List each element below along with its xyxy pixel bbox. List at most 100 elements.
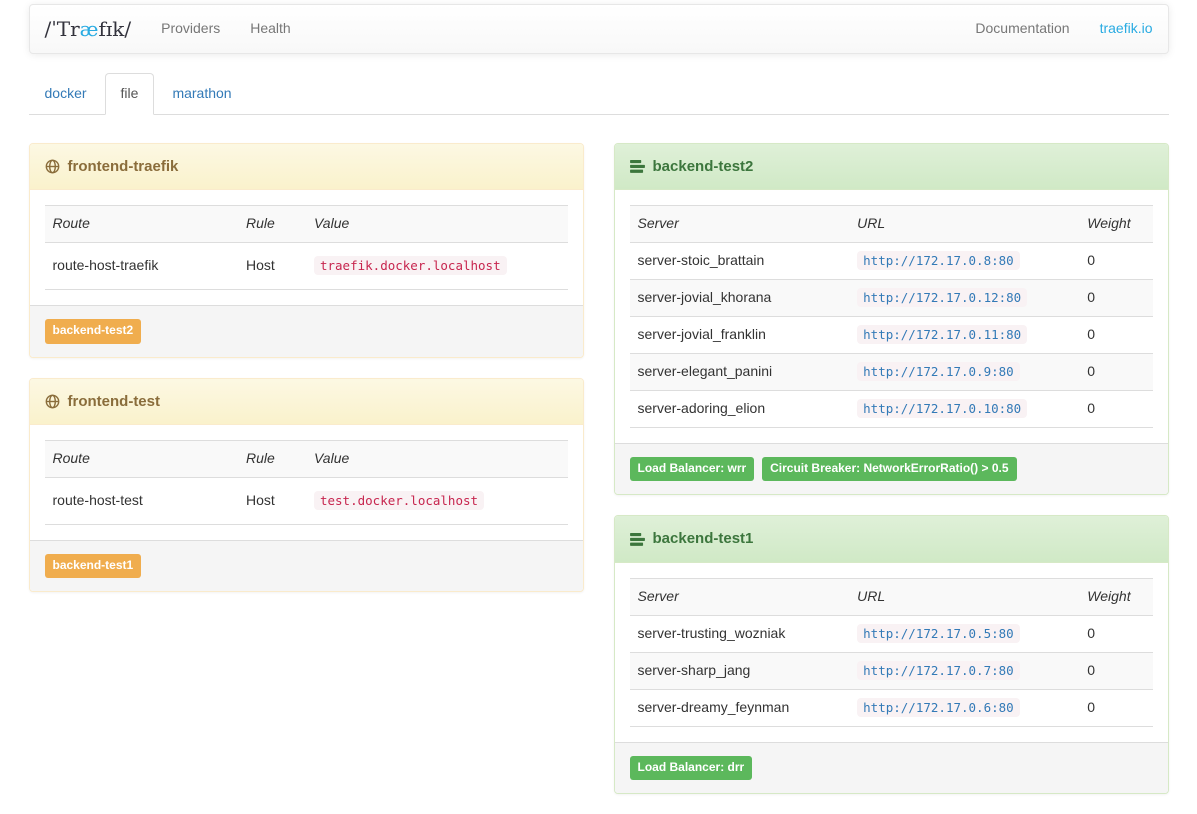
panel-body: Route Rule Value route-host-test Host te… bbox=[30, 425, 583, 540]
backend-badge: backend-test2 bbox=[45, 319, 142, 343]
nav-item-documentation[interactable]: Documentation bbox=[960, 5, 1084, 53]
servers-table: Server URL Weight server-stoic_brattain … bbox=[630, 205, 1153, 428]
rule-value-code: test.docker.localhost bbox=[314, 491, 484, 510]
column-header-rule: Rule bbox=[238, 440, 306, 477]
weight-cell: 0 bbox=[1079, 317, 1152, 354]
server-url-link[interactable]: http://172.17.0.12:80 bbox=[857, 288, 1027, 307]
circuit-breaker-badge: Circuit Breaker: NetworkErrorRatio() > 0… bbox=[762, 457, 1016, 481]
panel-backend-test1: backend-test1 Server URL Weight bbox=[614, 515, 1169, 794]
column-header-route: Route bbox=[45, 206, 239, 243]
load-balancer-badge: Load Balancer: wrr bbox=[630, 457, 755, 481]
server-cell: server-jovial_khorana bbox=[630, 280, 850, 317]
table-row: route-host-traefik Host traefik.docker.l… bbox=[45, 243, 568, 290]
panel-footer: Load Balancer: drr bbox=[615, 742, 1168, 793]
server-url-link[interactable]: http://172.17.0.7:80 bbox=[857, 661, 1020, 680]
routes-table: Route Rule Value route-host-traefik Host… bbox=[45, 205, 568, 290]
weight-cell: 0 bbox=[1079, 615, 1152, 652]
server-cell: server-adoring_elion bbox=[630, 391, 850, 428]
globe-icon bbox=[45, 394, 60, 409]
rule-cell: Host bbox=[238, 477, 306, 524]
column-header-weight: Weight bbox=[1079, 206, 1152, 243]
table-row: server-adoring_elion http://172.17.0.10:… bbox=[630, 391, 1153, 428]
backend-badge: backend-test1 bbox=[45, 554, 142, 578]
server-url-link[interactable]: http://172.17.0.11:80 bbox=[857, 325, 1027, 344]
server-cell: server-jovial_franklin bbox=[630, 317, 850, 354]
weight-cell: 0 bbox=[1079, 280, 1152, 317]
tab-marathon[interactable]: marathon bbox=[156, 73, 247, 115]
table-row: server-stoic_brattain http://172.17.0.8:… bbox=[630, 243, 1153, 280]
page-container: /ˈTræfɪk/ Providers Health Documentation… bbox=[14, 4, 1184, 814]
panel-footer: backend-test2 bbox=[30, 305, 583, 356]
globe-icon bbox=[45, 159, 60, 174]
server-url-link[interactable]: http://172.17.0.8:80 bbox=[857, 251, 1020, 270]
tab-docker-label[interactable]: docker bbox=[29, 73, 103, 115]
table-row: server-sharp_jang http://172.17.0.7:80 0 bbox=[630, 652, 1153, 689]
backends-column: backend-test2 Server URL Weight bbox=[599, 143, 1184, 814]
table-header-row: Server URL Weight bbox=[630, 206, 1153, 243]
panel-title: frontend-test bbox=[68, 391, 161, 412]
table-header-row: Server URL Weight bbox=[630, 578, 1153, 615]
weight-cell: 0 bbox=[1079, 689, 1152, 726]
panel-footer: backend-test1 bbox=[30, 540, 583, 591]
column-header-value: Value bbox=[306, 206, 568, 243]
provider-tabs: docker file marathon bbox=[29, 73, 1169, 115]
nav-item-providers[interactable]: Providers bbox=[146, 5, 235, 53]
navbar-left: /ˈTræfɪk/ Providers Health bbox=[30, 5, 306, 53]
column-header-value: Value bbox=[306, 440, 568, 477]
column-header-route: Route bbox=[45, 440, 239, 477]
server-url-link[interactable]: http://172.17.0.6:80 bbox=[857, 698, 1020, 717]
server-cell: server-elegant_panini bbox=[630, 354, 850, 391]
nav-item-health[interactable]: Health bbox=[235, 5, 305, 53]
panel-footer: Load Balancer: wrr Circuit Breaker: Netw… bbox=[615, 443, 1168, 494]
rule-cell: Host bbox=[238, 243, 306, 290]
servers-table: Server URL Weight server-trusting_woznia… bbox=[630, 578, 1153, 727]
weight-cell: 0 bbox=[1079, 243, 1152, 280]
panel-body: Server URL Weight server-stoic_brattain … bbox=[615, 190, 1168, 443]
navbar-right: Documentation traefik.io bbox=[960, 5, 1167, 53]
column-header-url: URL bbox=[849, 206, 1079, 243]
server-icon bbox=[630, 533, 645, 546]
panel-backend-test2: backend-test2 Server URL Weight bbox=[614, 143, 1169, 495]
tab-file-label[interactable]: file bbox=[105, 73, 155, 115]
table-header-row: Route Rule Value bbox=[45, 440, 568, 477]
column-header-weight: Weight bbox=[1079, 578, 1152, 615]
column-header-rule: Rule bbox=[238, 206, 306, 243]
tab-marathon-label[interactable]: marathon bbox=[156, 73, 247, 115]
table-row: server-elegant_panini http://172.17.0.9:… bbox=[630, 354, 1153, 391]
panel-frontend-test: frontend-test Route Rule Value bbox=[29, 378, 584, 593]
route-cell: route-host-test bbox=[45, 477, 239, 524]
server-cell: server-sharp_jang bbox=[630, 652, 850, 689]
table-row: server-jovial_khorana http://172.17.0.12… bbox=[630, 280, 1153, 317]
frontends-column: frontend-traefik Route Rule Value bbox=[14, 143, 599, 612]
server-cell: server-dreamy_feynman bbox=[630, 689, 850, 726]
table-row: server-dreamy_feynman http://172.17.0.6:… bbox=[630, 689, 1153, 726]
table-header-row: Route Rule Value bbox=[45, 206, 568, 243]
tab-file[interactable]: file bbox=[105, 73, 155, 115]
server-url-link[interactable]: http://172.17.0.9:80 bbox=[857, 362, 1020, 381]
weight-cell: 0 bbox=[1079, 354, 1152, 391]
server-cell: server-stoic_brattain bbox=[630, 243, 850, 280]
panel-heading: frontend-test bbox=[30, 379, 583, 425]
panel-heading: backend-test1 bbox=[615, 516, 1168, 562]
logo-accent: æ bbox=[80, 15, 99, 44]
server-cell: server-trusting_wozniak bbox=[630, 615, 850, 652]
traefik-logo[interactable]: /ˈTræfɪk/ bbox=[30, 5, 147, 53]
panel-title: backend-test1 bbox=[653, 528, 754, 549]
server-url-link[interactable]: http://172.17.0.5:80 bbox=[857, 624, 1020, 643]
panel-title: backend-test2 bbox=[653, 156, 754, 177]
panel-heading: backend-test2 bbox=[615, 144, 1168, 190]
server-url-link[interactable]: http://172.17.0.10:80 bbox=[857, 399, 1027, 418]
main-content: frontend-traefik Route Rule Value bbox=[14, 143, 1184, 814]
navbar: /ˈTræfɪk/ Providers Health Documentation… bbox=[29, 4, 1169, 54]
panel-body: Route Rule Value route-host-traefik Host… bbox=[30, 190, 583, 305]
panel-heading: frontend-traefik bbox=[30, 144, 583, 190]
column-header-server: Server bbox=[630, 578, 850, 615]
logo-text: fɪk/ bbox=[98, 15, 131, 44]
panel-frontend-traefik: frontend-traefik Route Rule Value bbox=[29, 143, 584, 358]
nav-item-traefik-io[interactable]: traefik.io bbox=[1085, 5, 1168, 53]
routes-table: Route Rule Value route-host-test Host te… bbox=[45, 440, 568, 525]
server-icon bbox=[630, 160, 645, 173]
load-balancer-badge: Load Balancer: drr bbox=[630, 756, 753, 780]
tab-docker[interactable]: docker bbox=[29, 73, 103, 115]
table-row: server-jovial_franklin http://172.17.0.1… bbox=[630, 317, 1153, 354]
